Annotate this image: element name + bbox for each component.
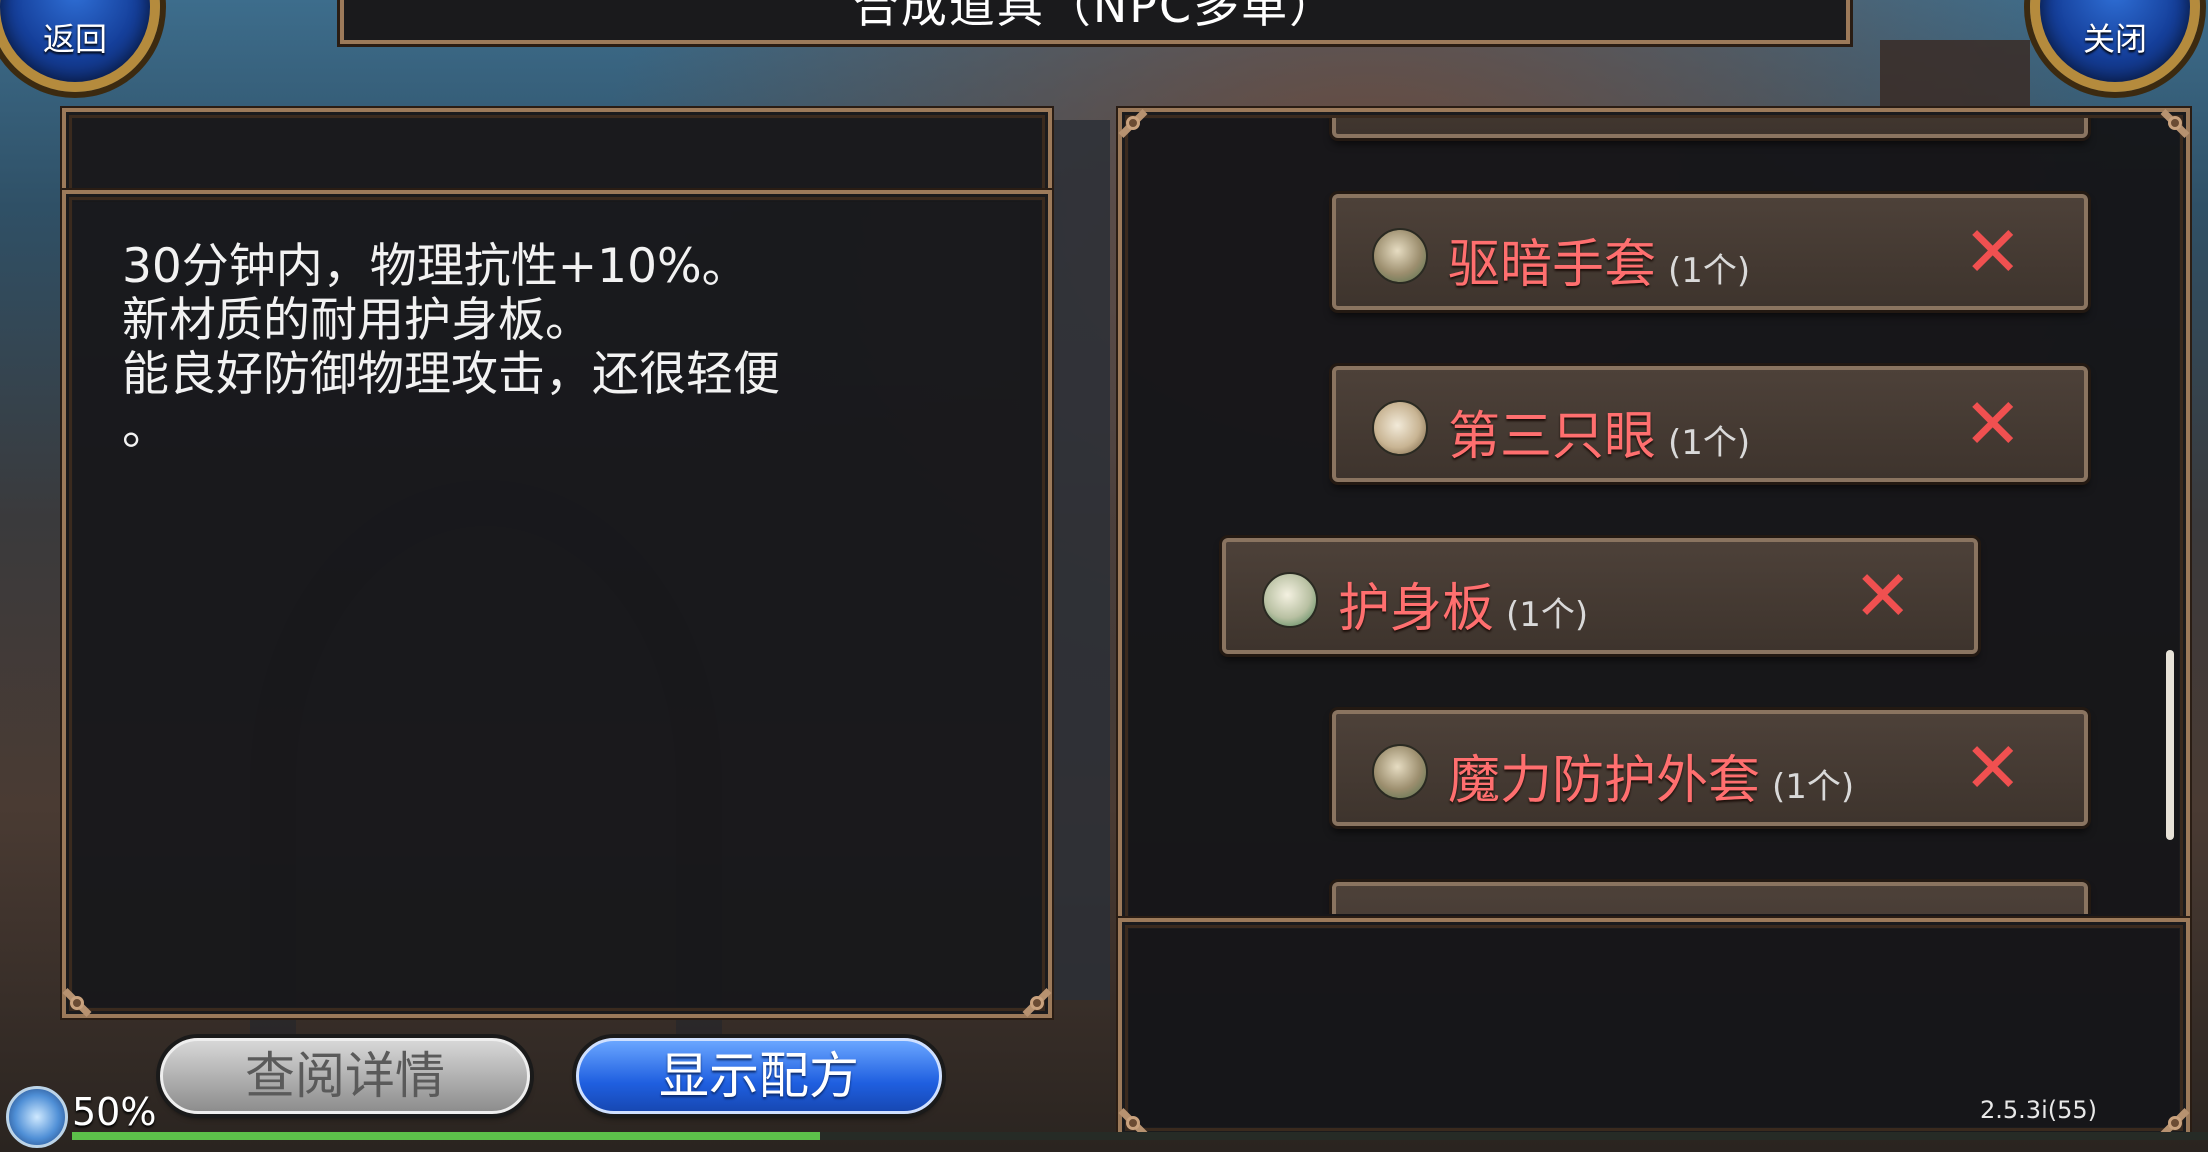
list-item[interactable]: 驱暗手套 (1个) ✕ — [1332, 194, 2088, 310]
title-bar: 合成道具（NPC多单） — [340, 0, 1850, 44]
frame-corner-ornament — [60, 986, 94, 1020]
close-button[interactable]: ▮ 关闭 — [2030, 0, 2200, 92]
item-name-text: 魔力防护外套 — [1448, 751, 1761, 811]
item-name: 驱暗手套 (1个) — [1448, 222, 1750, 297]
progress-percent: 50% — [72, 1090, 157, 1134]
item-name: 护身板 (1个) — [1338, 566, 1588, 641]
frame-corner-ornament — [2158, 106, 2192, 140]
scroll-icon — [1262, 572, 1318, 628]
progress-bar-fill — [72, 1132, 820, 1140]
item-quantity: (1个) — [1506, 595, 1589, 635]
list-scrollbar[interactable] — [2166, 650, 2174, 840]
remove-icon[interactable]: ✕ — [1963, 384, 2022, 464]
item-name-text: 护身板 — [1338, 579, 1495, 639]
back-button-label: 返回 — [42, 20, 107, 58]
frame-corner-ornament — [1020, 986, 1054, 1020]
show-recipe-button[interactable]: 显示配方 — [576, 1038, 942, 1114]
remove-icon[interactable]: ✕ — [1853, 556, 1912, 636]
back-button[interactable]: ↺ 返回 — [0, 0, 160, 92]
list-item[interactable]: 第三只眼 (1个) ✕ — [1332, 366, 2088, 482]
package-icon — [1372, 744, 1428, 800]
left-panel-header — [62, 108, 1052, 200]
item-name: 魔力防护外套 (1个) — [1448, 738, 1854, 813]
remove-icon[interactable]: ✕ — [1963, 728, 2022, 808]
item-name: 第三只眼 (1个) — [1448, 394, 1750, 469]
remove-icon[interactable]: ✕ — [1963, 212, 2022, 292]
list-item-selected[interactable]: 护身板 (1个) ✕ — [1222, 538, 1978, 654]
loading-orb-icon — [6, 1086, 68, 1148]
list-item-partial[interactable] — [1332, 882, 2088, 914]
progress-bar — [72, 1132, 2208, 1140]
item-quantity: (1个) — [1668, 423, 1751, 463]
pouch-icon — [1372, 400, 1428, 456]
item-name-text: 第三只眼 — [1448, 407, 1657, 467]
list-item-partial[interactable] — [1332, 118, 2088, 138]
page-title: 合成道具（NPC多单） — [852, 0, 1338, 33]
close-button-label: 关闭 — [2082, 20, 2147, 58]
item-description: 30分钟内，物理抗性+10%。 新材质的耐用护身板。 能良好防御物理攻击，还很轻… — [122, 239, 780, 456]
ingredient-list[interactable]: 驱暗手套 (1个) ✕ 第三只眼 (1个) ✕ 护身板 (1个) ✕ 魔力防护外套 (1… — [1130, 118, 2160, 914]
version-label: 2.5.3i(55) — [1980, 1096, 2097, 1124]
view-details-button[interactable]: 查阅详情 — [160, 1038, 530, 1114]
list-item[interactable]: 魔力防护外套 (1个) ✕ — [1332, 710, 2088, 826]
package-icon — [1372, 228, 1428, 284]
item-quantity: (1个) — [1668, 251, 1751, 291]
item-name-text: 驱暗手套 — [1448, 235, 1657, 295]
item-quantity: (1个) — [1772, 767, 1855, 807]
